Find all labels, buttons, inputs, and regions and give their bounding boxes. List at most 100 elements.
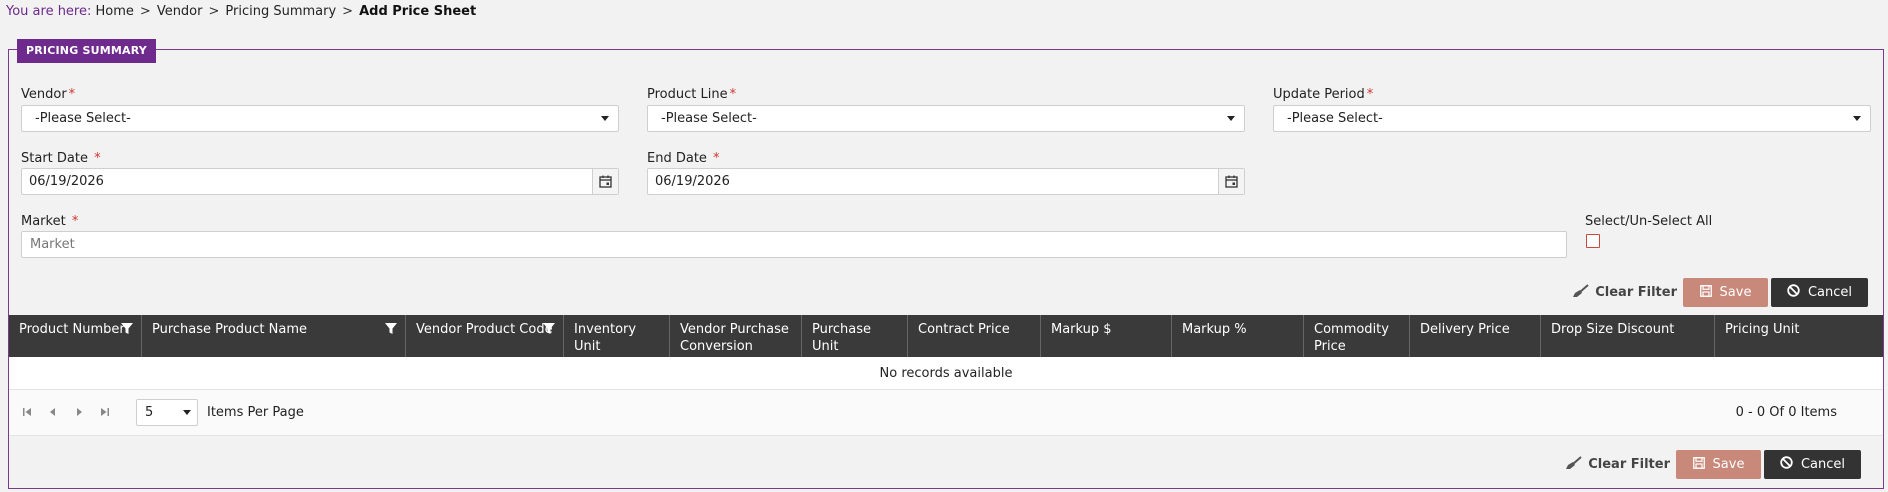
first-page-icon[interactable] [21,406,33,418]
column-header-vendor-product-code[interactable]: Vendor Product Code [406,315,564,357]
required-mark: * [68,87,76,102]
next-page-icon[interactable] [73,406,85,418]
floppy-icon [1699,284,1712,301]
select-all-checkbox[interactable] [1586,234,1600,248]
grid-empty-message: No records available [9,357,1883,390]
calendar-icon[interactable] [592,169,618,194]
pager-arrows [21,406,111,418]
breadcrumb: You are here: Home > Vendor > Pricing Summar… [6,4,476,19]
required-mark: * [729,87,737,102]
column-header-commodity-price[interactable]: Commodity Price [1304,315,1410,357]
ban-icon [1787,284,1800,301]
column-title: Commodity Price [1314,322,1389,354]
vendor-label-text: Vendor [21,87,67,102]
pricing-summary-panel: PRICING SUMMARY Vendor * -Please Select- … [8,39,1884,489]
update-period-label: Update Period * [1273,87,1373,102]
clear-filter-label: Clear Filter [1595,285,1677,300]
market-label: Market * [21,214,78,229]
column-header-pricing-unit[interactable]: Pricing Unit [1715,315,1883,357]
items-per-page-label: Items Per Page [207,405,304,420]
filter-icon[interactable] [543,323,555,335]
market-label-text: Market [21,214,70,229]
grid-header: Product Number Purchase Product Name Ven… [9,315,1883,357]
previous-page-icon[interactable] [47,406,59,418]
end-date-input[interactable]: 06/19/2026 [647,168,1245,195]
market-placeholder: Market [30,237,75,252]
column-header-markup-percent[interactable]: Markup % [1172,315,1304,357]
column-header-inventory-unit[interactable]: Inventory Unit [564,315,670,357]
select-all-label: Select/Un-Select All [1585,214,1713,229]
column-title: Vendor Product Code [416,322,553,337]
vendor-select-value: -Please Select- [35,111,131,126]
start-date-input[interactable]: 06/19/2026 [21,168,619,195]
column-title: Vendor Purchase Conversion [680,322,789,354]
column-header-purchase-product-name[interactable]: Purchase Product Name [142,315,406,357]
broom-icon [1565,455,1583,474]
start-date-label: Start Date * [21,151,101,166]
end-date-label-text: End Date [647,151,712,166]
start-date-label-text: Start Date [21,151,93,166]
last-page-icon[interactable] [99,406,111,418]
save-button[interactable]: Save [1683,278,1768,307]
breadcrumb-vendor[interactable]: Vendor [157,4,203,19]
chevron-down-icon [1224,106,1238,131]
column-title: Product Number [19,322,125,337]
page-size-select[interactable]: 5 [136,399,198,426]
save-button[interactable]: Save [1676,450,1761,479]
column-header-contract-price[interactable]: Contract Price [908,315,1041,357]
column-header-drop-size-discount[interactable]: Drop Size Discount [1541,315,1715,357]
clear-filter-button[interactable]: Clear Filter [1565,455,1670,474]
page-size-value: 5 [145,405,154,420]
top-toolbar: Clear Filter Save Cancel [1572,278,1868,307]
column-header-purchase-unit[interactable]: Purchase Unit [802,315,908,357]
required-mark: * [94,151,101,166]
required-mark: * [1366,87,1374,102]
update-period-select[interactable]: -Please Select- [1273,105,1871,132]
cancel-label: Cancel [1807,285,1853,300]
product-line-label: Product Line * [647,87,736,102]
column-header-markup-dollar[interactable]: Markup $ [1041,315,1172,357]
cancel-button[interactable]: Cancel [1771,278,1868,307]
column-title: Pricing Unit [1725,322,1800,337]
floppy-icon [1692,456,1705,473]
update-period-select-value: -Please Select- [1287,111,1383,126]
breadcrumb-separator: > [342,4,354,19]
breadcrumb-separator: > [208,4,220,19]
product-line-select-value: -Please Select- [661,111,757,126]
breadcrumb-home[interactable]: Home [96,4,134,19]
chevron-down-icon [183,400,191,425]
cancel-label: Cancel [1800,457,1846,472]
vendor-select[interactable]: -Please Select- [21,105,619,132]
column-title: Purchase Unit [812,322,872,354]
clear-filter-button[interactable]: Clear Filter [1572,283,1677,302]
save-label: Save [1719,285,1752,300]
panel-title: PRICING SUMMARY [17,39,156,63]
filter-icon[interactable] [385,323,397,335]
required-mark: * [71,214,79,229]
column-title: Purchase Product Name [152,322,308,337]
required-mark: * [713,151,720,166]
calendar-icon[interactable] [1218,169,1244,194]
chevron-down-icon [1850,106,1864,131]
chevron-down-icon [598,106,612,131]
breadcrumb-pricing-summary[interactable]: Pricing Summary [225,4,336,19]
clear-filter-label: Clear Filter [1588,457,1670,472]
column-header-vendor-purchase-conversion[interactable]: Vendor Purchase Conversion [670,315,802,357]
column-header-delivery-price[interactable]: Delivery Price [1410,315,1541,357]
end-date-label: End Date * [647,151,720,166]
product-line-label-text: Product Line [647,87,728,102]
column-title: Drop Size Discount [1551,322,1675,337]
broom-icon [1572,283,1590,302]
product-line-select[interactable]: -Please Select- [647,105,1245,132]
breadcrumb-separator: > [139,4,151,19]
cancel-button[interactable]: Cancel [1764,450,1861,479]
column-header-product-number[interactable]: Product Number [9,315,142,357]
bottom-toolbar: Clear Filter Save Cancel [1565,450,1861,479]
items-count: 0 - 0 Of 0 Items [1735,405,1837,420]
update-period-label-text: Update Period [1273,87,1365,102]
filter-icon[interactable] [121,323,133,335]
save-label: Save [1712,457,1745,472]
column-title: Markup % [1182,322,1247,337]
market-input[interactable]: Market [21,231,1567,258]
breadcrumb-current: Add Price Sheet [359,4,477,19]
